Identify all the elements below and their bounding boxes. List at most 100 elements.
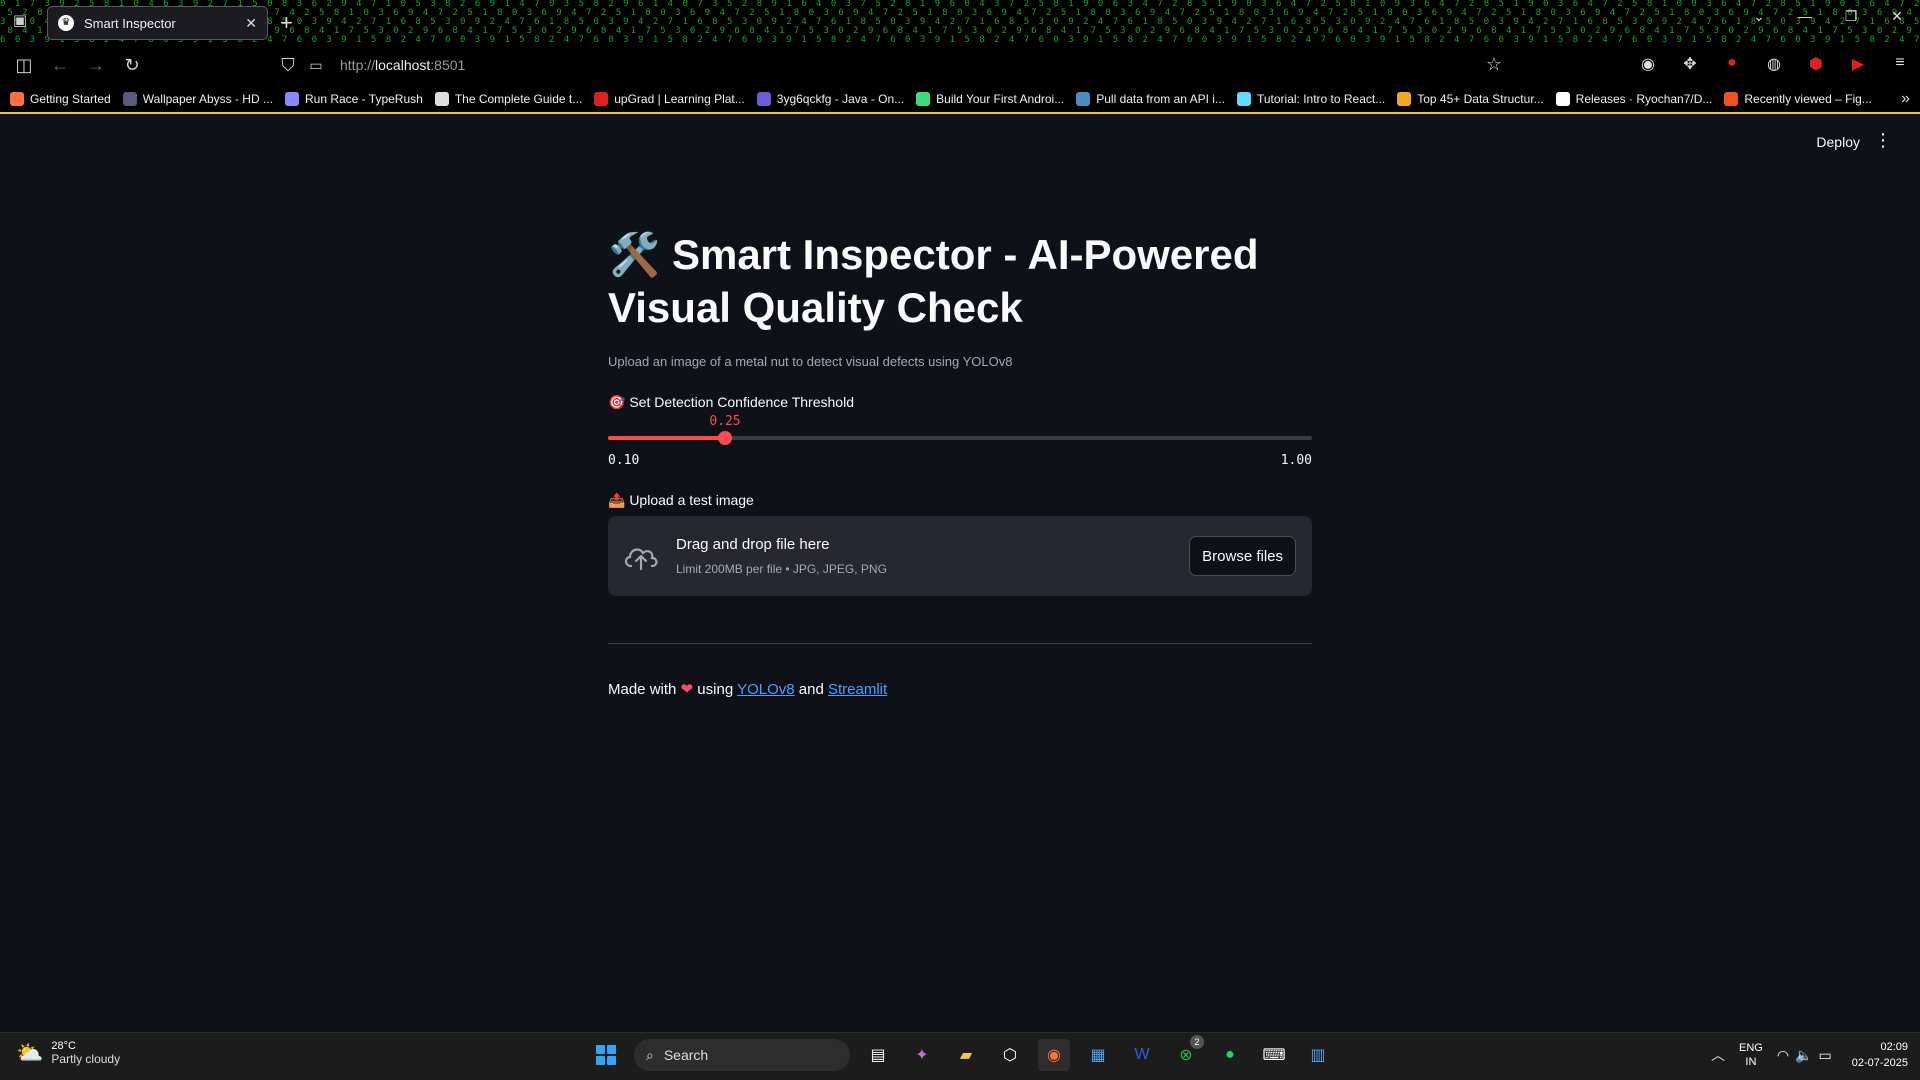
notepad-icon[interactable]: ▥ <box>1302 1039 1334 1071</box>
heart-icon: ❤ <box>680 681 694 698</box>
ublock-icon[interactable]: ⬢ <box>1804 54 1828 76</box>
tab-close-icon[interactable]: ✕ <box>245 15 257 32</box>
xbox-icon[interactable]: ⊗ 2 <box>1170 1035 1204 1071</box>
wifi-volume-battery-icons[interactable]: ◠🔈▭ <box>1777 1047 1838 1064</box>
slider-label: 🎯 Set Detection Confidence Threshold <box>608 394 854 410</box>
word-icon[interactable]: W <box>1126 1039 1158 1071</box>
dropzone-limit: Limit 200MB per file • JPG, JPEG, PNG <box>676 562 887 576</box>
partly-cloudy-icon: ⛅ <box>16 1040 44 1065</box>
bookmark-favicon-icon <box>434 92 449 106</box>
page-title: 🛠️ Smart Inspector - AI-Powered Visual Q… <box>608 231 1259 331</box>
app-page: Deploy ⋮ 🛠️ Smart Inspector - AI-Powered… <box>0 116 1920 1032</box>
weather-widget[interactable]: ⛅ 28°C Partly cloudy <box>16 1040 120 1066</box>
bookmark-item[interactable]: Top 45+ Data Structur... <box>1397 92 1544 106</box>
bookmark-star-icon[interactable]: ☆ <box>1486 54 1502 75</box>
bookmark-item[interactable]: upGrad | Learning Plat... <box>594 92 745 106</box>
bookmark-favicon-icon <box>1724 92 1739 106</box>
reload-icon[interactable]: ↻ <box>114 55 150 76</box>
extension-red-icon[interactable]: ● <box>1720 54 1744 76</box>
bookmark-favicon-icon <box>594 92 609 106</box>
bookmark-item[interactable]: Build Your First Androi... <box>916 92 1064 106</box>
bookmark-favicon-icon <box>1555 92 1570 106</box>
bookmark-favicon-icon <box>756 92 771 106</box>
language-indicator[interactable]: ENG IN <box>1739 1041 1763 1069</box>
url-bar[interactable]: ⛉ ▭ http://localhost:8501 ☆ <box>270 50 1520 80</box>
confidence-slider[interactable] <box>608 431 1312 445</box>
windows-taskbar: ⛅ 28°C Partly cloudy ⌕ Search ▤ ✦ ▰ ⬡ ◉ … <box>0 1032 1920 1080</box>
browse-files-button[interactable]: Browse files <box>1189 536 1296 576</box>
bookmark-item[interactable]: Run Race - TypeRush <box>284 92 423 106</box>
shield-icon[interactable]: ⛉ <box>270 55 306 76</box>
taskbar-search[interactable]: ⌕ Search <box>634 1039 850 1071</box>
dropzone-title: Drag and drop file here <box>676 536 830 553</box>
store-icon[interactable]: ▦ <box>1082 1039 1114 1071</box>
app-hex-icon[interactable]: ⬡ <box>994 1039 1026 1071</box>
xbox-badge: 2 <box>1190 1035 1204 1049</box>
yolov8-link[interactable]: YOLOv8 <box>737 681 795 698</box>
close-window-icon[interactable]: ✕ <box>1874 8 1920 25</box>
toolbar-extensions: ◉ ✥ ● ◍ ⬢ ▶ ≡ <box>1636 54 1912 76</box>
tab-list-icon[interactable]: ▣ <box>8 11 32 33</box>
spotify-icon[interactable]: ● <box>1214 1039 1246 1071</box>
page-caption: Upload an image of a metal nut to detect… <box>608 354 1013 369</box>
globe-icon[interactable]: ◍ <box>1762 54 1786 76</box>
account-icon[interactable]: ◉ <box>1636 54 1660 76</box>
extensions-icon[interactable]: ✥ <box>1678 54 1702 76</box>
bookmark-favicon-icon <box>122 92 137 106</box>
sidebar-toggle-icon[interactable]: ◫ <box>6 55 42 76</box>
file-explorer-icon[interactable]: ▰ <box>950 1039 982 1071</box>
tray-chevron-up-icon[interactable]: ︿ <box>1711 1045 1725 1065</box>
bookmark-favicon-icon <box>1236 92 1251 106</box>
page-icon: ▭ <box>309 56 323 73</box>
system-tray: ︿ ENG IN ◠🔈▭ 02:09 02-07-2025 <box>1711 1039 1908 1071</box>
deploy-button[interactable]: Deploy <box>1816 134 1860 150</box>
slider-thumb[interactable] <box>718 431 733 445</box>
slider-max-label: 1.00 <box>1280 453 1312 468</box>
bookmark-item[interactable]: Pull data from an API i... <box>1076 92 1225 106</box>
bookmark-item[interactable]: Tutorial: Intro to React... <box>1236 92 1385 106</box>
bookmark-favicon-icon <box>1076 92 1091 106</box>
search-icon: ⌕ <box>646 1046 654 1063</box>
windows-start-icon[interactable] <box>590 1039 622 1071</box>
uploader-label: 📤 Upload a test image <box>608 492 754 508</box>
restore-icon[interactable]: ❐ <box>1828 8 1874 25</box>
bookmark-item[interactable]: Releases · Ryochan7/D... <box>1555 92 1712 106</box>
bookmark-favicon-icon <box>1397 92 1412 106</box>
terminal-icon[interactable]: ⌨ <box>1258 1039 1290 1071</box>
browser-titlebar: 0 1 7 3 9 2 5 8 1 0 4 6 3 9 2 7 1 5 0 8 … <box>0 0 1920 44</box>
bookmarks-bar: Getting Started Wallpaper Abyss - HD ... R… <box>0 86 1920 114</box>
bookmarks-overflow-icon[interactable]: » <box>1901 90 1910 108</box>
tab-overflow-chevron-icon[interactable]: ⌄ <box>1736 8 1782 25</box>
cloud-upload-icon <box>624 548 658 571</box>
bookmark-item[interactable]: 3yg6qckfg - Java - On... <box>756 92 904 106</box>
bookmark-item[interactable]: Wallpaper Abyss - HD ... <box>122 92 273 106</box>
menu-icon[interactable]: ≡ <box>1888 54 1912 76</box>
weather-temp: 28°C <box>51 1040 76 1052</box>
youtube-icon[interactable]: ▶ <box>1846 54 1870 76</box>
copilot-icon[interactable]: ✦ <box>906 1039 938 1071</box>
bookmark-item[interactable]: Getting Started <box>10 92 111 106</box>
forward-arrow-icon[interactable]: → <box>78 55 114 76</box>
taskbar-apps: ⌕ Search ▤ ✦ ▰ ⬡ ◉ ▦ W ⊗ 2 ● ⌨ ▥ <box>590 1035 1334 1071</box>
weather-desc: Partly cloudy <box>51 1052 121 1066</box>
streamlit-favicon-icon: ♛ <box>58 15 74 31</box>
tab-smart-inspector[interactable]: ♛ Smart Inspector ✕ <box>47 6 268 40</box>
url-text: http://localhost:8501 <box>340 57 466 73</box>
minimize-icon[interactable]: — <box>1782 8 1828 25</box>
bookmark-favicon-icon <box>10 92 24 106</box>
firefox-icon[interactable]: ◉ <box>1038 1039 1070 1071</box>
window-controls: ⌄ — ❐ ✕ <box>1736 8 1920 25</box>
streamlit-link[interactable]: Streamlit <box>828 681 887 698</box>
back-arrow-icon[interactable]: ← <box>42 55 78 76</box>
slider-min-label: 0.10 <box>608 453 640 468</box>
bookmark-item[interactable]: The Complete Guide t... <box>434 92 582 106</box>
tab-title: Smart Inspector <box>84 15 176 31</box>
bookmark-item[interactable]: Recently viewed – Fig... <box>1724 92 1872 106</box>
task-view-icon[interactable]: ▤ <box>862 1039 894 1071</box>
slider-fill <box>608 436 726 440</box>
new-tab-icon[interactable]: + <box>280 10 293 36</box>
clock[interactable]: 02:09 02-07-2025 <box>1852 1039 1908 1071</box>
footer: Made with ❤ using YOLOv8 and Streamlit <box>608 681 888 698</box>
main-menu-icon[interactable]: ⋮ <box>1874 130 1892 151</box>
file-dropzone[interactable]: Drag and drop file here Limit 200MB per … <box>608 516 1312 596</box>
